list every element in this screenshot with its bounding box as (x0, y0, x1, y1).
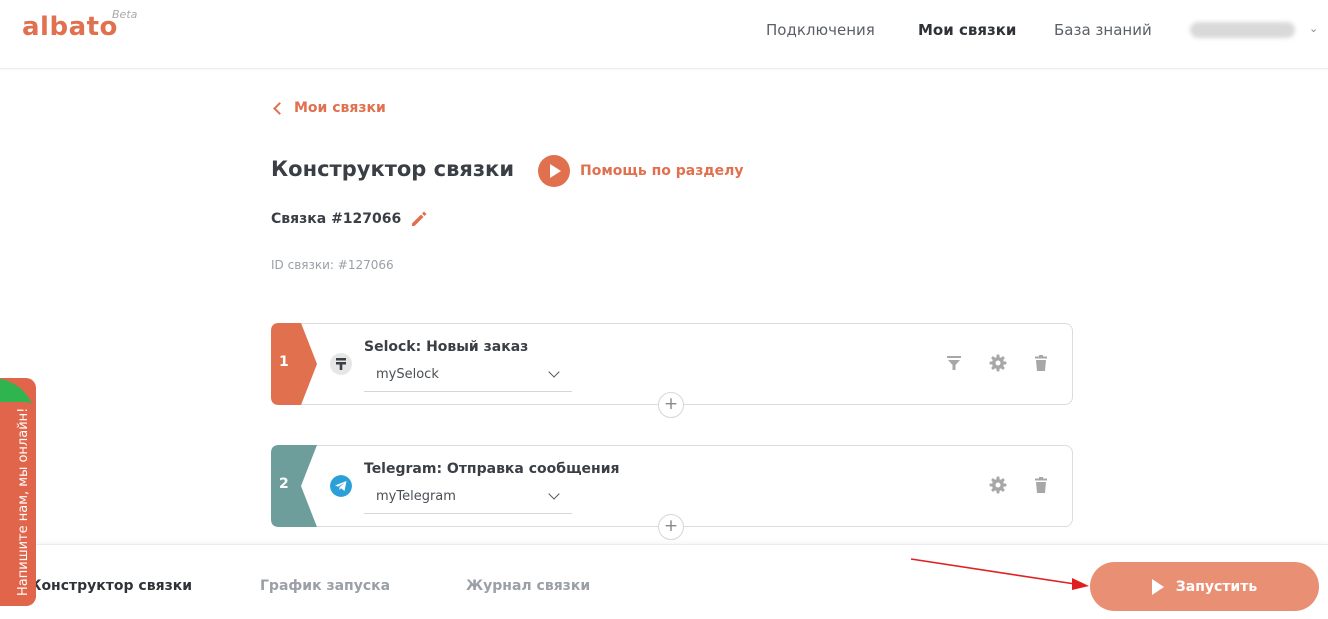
top-header: albato Beta Подключения Мои связки База … (0, 0, 1328, 69)
chevron-down-icon[interactable]: ⌄ (1309, 22, 1318, 35)
step-number: 2 (279, 476, 289, 492)
selock-icon (330, 353, 352, 375)
step-card-2[interactable]: 2 Telegram: Отправка сообщения myTelegra… (271, 445, 1073, 540)
play-icon (538, 155, 570, 187)
pencil-icon[interactable] (409, 209, 429, 229)
tab-constructor[interactable]: Конструктор связки (30, 578, 192, 594)
chevron-left-icon (273, 101, 286, 115)
tab-schedule[interactable]: График запуска (260, 578, 390, 594)
step-title: Selock: Новый заказ (364, 339, 529, 355)
step-number-badge: 2 (271, 445, 317, 527)
run-button-label: Запустить (1175, 578, 1258, 595)
bottom-bar: Конструктор связки График запуска Журнал… (0, 544, 1328, 619)
add-step-button[interactable]: + (658, 392, 684, 418)
help-section-button[interactable]: Помощь по разделу (538, 155, 744, 187)
gear-icon[interactable] (989, 354, 1007, 372)
add-step-button[interactable]: + (658, 514, 684, 540)
chat-widget-label: Напишите нам, мы онлайн! (16, 407, 31, 596)
user-account-menu[interactable] (1190, 22, 1295, 38)
tab-log[interactable]: Журнал связки (466, 578, 590, 594)
nav-connections[interactable]: Подключения (766, 21, 875, 39)
page-title: Конструктор связки (271, 157, 515, 181)
link-name: Связка #127066 (271, 211, 402, 227)
run-button[interactable]: Запустить (1090, 562, 1319, 611)
trash-icon[interactable] (1032, 354, 1050, 372)
account-select-value: myTelegram (376, 489, 456, 504)
chat-widget[interactable]: Напишите нам, мы онлайн! (0, 378, 36, 606)
play-icon (1151, 578, 1164, 595)
link-id: ID связки: #127066 (271, 258, 394, 272)
page: albato Beta Подключения Мои связки База … (0, 0, 1328, 619)
step-card-1[interactable]: 1 Selock: Новый заказ mySelock + (271, 323, 1073, 418)
nav-my-links[interactable]: Мои связки (918, 21, 1016, 39)
beta-badge: Beta (112, 8, 138, 21)
account-select-value: mySelock (376, 367, 439, 382)
step-title: Telegram: Отправка сообщения (364, 461, 620, 477)
annotation-arrow (910, 558, 1089, 590)
nav-knowledge-base[interactable]: База знаний (1054, 21, 1152, 39)
telegram-icon (330, 475, 352, 497)
chevron-down-icon (548, 366, 560, 378)
chevron-down-icon (548, 488, 560, 500)
albato-logo[interactable]: albato (22, 12, 118, 42)
trash-icon[interactable] (1032, 476, 1050, 494)
account-select[interactable]: mySelock (364, 362, 572, 392)
filter-icon[interactable] (945, 354, 963, 372)
back-link-label: Мои связки (294, 100, 386, 116)
back-to-my-links[interactable]: Мои связки (272, 100, 386, 116)
help-label: Помощь по разделу (580, 163, 744, 179)
account-select[interactable]: myTelegram (364, 484, 572, 514)
step-number: 1 (279, 354, 289, 370)
step-number-badge: 1 (271, 323, 317, 405)
gear-icon[interactable] (989, 476, 1007, 494)
